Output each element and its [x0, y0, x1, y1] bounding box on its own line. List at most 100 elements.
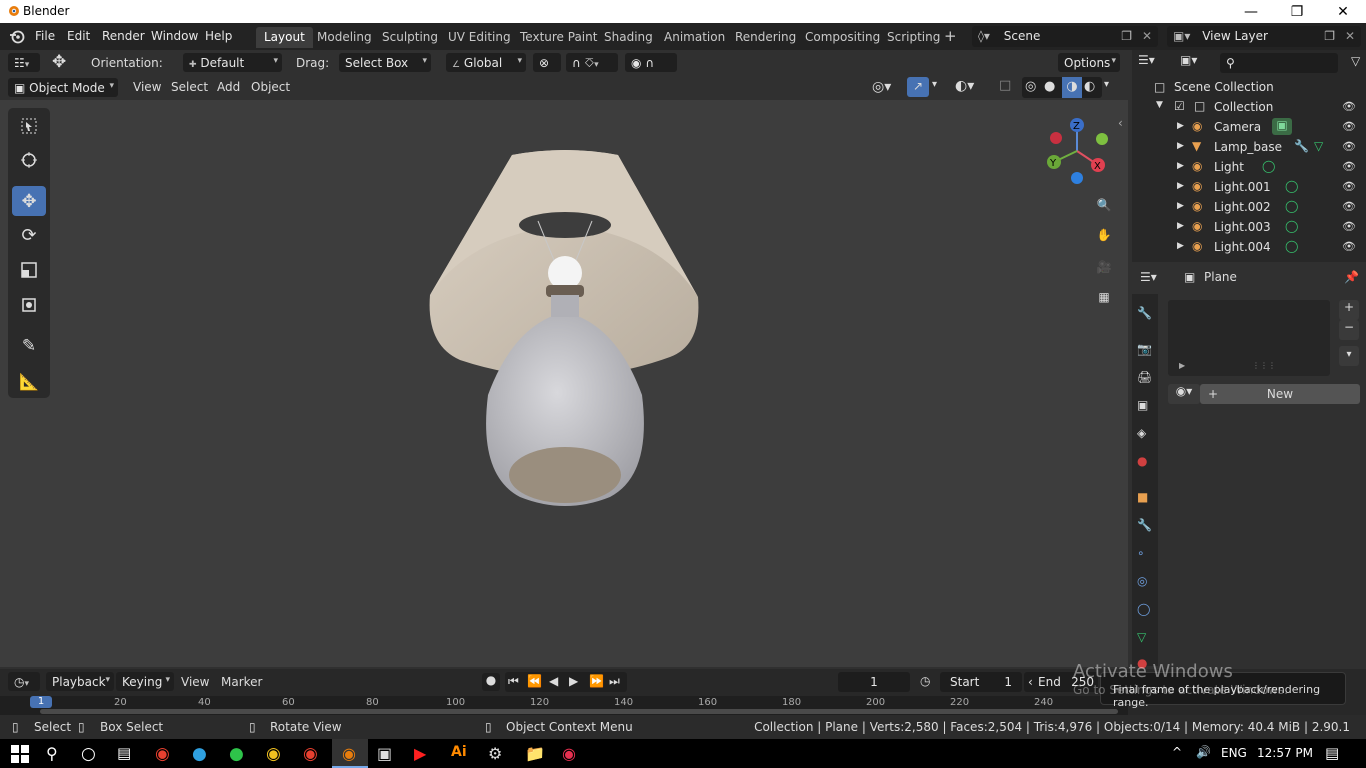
- timeline-menu-marker[interactable]: Marker: [221, 675, 262, 689]
- blender-menu-icon[interactable]: [9, 29, 25, 45]
- outliner-row-light[interactable]: ▶ ◉ Light ◯ 👁: [1132, 157, 1366, 177]
- expand-arrow-icon[interactable]: ▶: [1177, 221, 1184, 231]
- material-slot-list[interactable]: ▶ ⋮⋮⋮: [1168, 300, 1330, 376]
- transform-tool-icon[interactable]: [12, 290, 46, 320]
- tab-scripting[interactable]: Scripting: [879, 27, 948, 48]
- outliner-row-lamp-base[interactable]: ▶ ▼ Lamp_base 🔧 ▽ 👁: [1132, 137, 1366, 157]
- file-explorer-icon[interactable]: 📁: [525, 744, 545, 764]
- settings-app-icon[interactable]: ⚙: [488, 744, 508, 764]
- decrement-arrow-icon[interactable]: ‹: [1028, 675, 1033, 689]
- proportional-edit-group[interactable]: ◉ ∩: [625, 53, 677, 72]
- transform-orientation-dropdown[interactable]: ∠ Global ▾: [446, 53, 526, 72]
- light-data-icon[interactable]: ◯: [1285, 179, 1298, 193]
- menu-file[interactable]: File: [35, 29, 55, 43]
- collapse-arrow-icon[interactable]: ▼: [1156, 100, 1163, 110]
- pivot-point-dropdown[interactable]: ⊗: [533, 53, 561, 72]
- start-frame-field[interactable]: Start 1: [940, 672, 1022, 692]
- minimize-button[interactable]: —: [1228, 0, 1274, 23]
- illustrator-icon[interactable]: Ai: [451, 744, 471, 764]
- filter-icon[interactable]: ▽: [1351, 54, 1360, 68]
- frame-ruler[interactable]: 1 20 40 60 80 100 120 140 160 180 200 22…: [0, 696, 1128, 715]
- whatsapp-icon[interactable]: ●: [229, 744, 249, 764]
- playback-menu[interactable]: Playback ▾: [46, 672, 114, 691]
- keying-menu[interactable]: Keying ▾: [116, 672, 174, 691]
- world-tab-icon[interactable]: ●: [1137, 454, 1153, 470]
- tray-arrow-icon[interactable]: ^: [1172, 745, 1182, 759]
- outliner-row-collection[interactable]: ▼ ☑ □ Collection 👁: [1132, 97, 1366, 117]
- expand-arrow-icon[interactable]: ▶: [1177, 161, 1184, 171]
- outliner-row-light-003[interactable]: ▶ ◉ Light.003 ◯ 👁: [1132, 217, 1366, 237]
- cortana-icon[interactable]: ○: [81, 744, 101, 764]
- expand-arrow-icon[interactable]: ▶: [1177, 241, 1184, 251]
- tab-compositing[interactable]: Compositing: [797, 27, 888, 48]
- menu-render[interactable]: Render: [102, 29, 145, 43]
- menu-window[interactable]: Window: [151, 29, 198, 43]
- mesh-data-tab-icon[interactable]: ▽: [1137, 630, 1153, 646]
- pin-icon[interactable]: 📌: [1344, 270, 1359, 284]
- tab-uv-editing[interactable]: UV Editing: [440, 27, 519, 48]
- expand-arrow-icon[interactable]: ▶: [1177, 181, 1184, 191]
- menu-help[interactable]: Help: [205, 29, 232, 43]
- measure-tool-icon[interactable]: 📐: [12, 366, 46, 396]
- app-icon[interactable]: ◉: [562, 744, 582, 764]
- zoom-icon[interactable]: 🔍: [1092, 193, 1116, 217]
- record-icon[interactable]: ●: [482, 673, 500, 691]
- physics-tab-icon[interactable]: ◎: [1137, 574, 1153, 590]
- viewport-menu-view[interactable]: View: [133, 80, 161, 94]
- tab-shading[interactable]: Shading: [596, 27, 661, 48]
- checkbox-icon[interactable]: ☑: [1174, 99, 1185, 113]
- mesh-data-icon[interactable]: ▽: [1314, 139, 1323, 153]
- camera-view-icon[interactable]: 🎥: [1092, 255, 1116, 279]
- chrome-app-icon[interactable]: ◉: [303, 744, 323, 764]
- eye-icon[interactable]: 👁: [1342, 240, 1356, 253]
- chrome-icon[interactable]: ◉: [155, 744, 175, 764]
- tab-rendering[interactable]: Rendering: [727, 27, 804, 48]
- snap-group[interactable]: ∩ ⎏▾: [566, 53, 618, 72]
- light-data-icon[interactable]: ◯: [1285, 199, 1298, 213]
- expand-arrow-icon[interactable]: ▶: [1177, 121, 1184, 131]
- current-frame-field[interactable]: 1: [838, 672, 910, 692]
- eye-icon[interactable]: 👁: [1342, 120, 1356, 133]
- proportional-edit-icon[interactable]: ◉: [631, 56, 641, 70]
- resize-handle-icon[interactable]: ⋮⋮⋮: [1252, 361, 1276, 370]
- move-tool-button-icon[interactable]: ✥: [12, 186, 46, 216]
- material-shading-icon[interactable]: ◑: [1062, 77, 1082, 98]
- tab-texture-paint[interactable]: Texture Paint: [512, 27, 605, 48]
- snap-target-icon[interactable]: ⎏: [585, 56, 594, 70]
- rotate-tool-icon[interactable]: ⟳: [12, 220, 46, 250]
- youtube-icon[interactable]: ▶: [414, 744, 434, 764]
- tool-tab-icon[interactable]: 🔧: [1137, 306, 1153, 322]
- viewport-menu-object[interactable]: Object: [251, 80, 290, 94]
- tab-sculpting[interactable]: Sculpting: [374, 27, 446, 48]
- remove-slot-icon[interactable]: −: [1339, 320, 1359, 340]
- slot-specials-icon[interactable]: ▾: [1339, 346, 1359, 366]
- solid-shading-icon[interactable]: ●: [1044, 79, 1055, 94]
- expand-arrow-icon[interactable]: ▶: [1177, 141, 1184, 151]
- light-data-icon[interactable]: ◯: [1285, 239, 1298, 253]
- outliner-row-light-001[interactable]: ▶ ◉ Light.001 ◯ 👁: [1132, 177, 1366, 197]
- gizmo-toggle-icon[interactable]: ↗: [907, 77, 929, 97]
- properties-editor-type-icon[interactable]: ☰▾: [1140, 270, 1174, 288]
- perspective-grid-icon[interactable]: ▦: [1092, 285, 1116, 309]
- eye-icon[interactable]: 👁: [1342, 220, 1356, 233]
- search-taskbar-icon[interactable]: ⚲: [46, 744, 66, 764]
- new-material-button[interactable]: + New: [1200, 384, 1360, 404]
- object-tab-icon[interactable]: ■: [1137, 490, 1153, 506]
- render-tab-icon[interactable]: 📷: [1137, 342, 1153, 358]
- editor-type-button[interactable]: ☷▾: [8, 53, 40, 72]
- timeline-scrollbar[interactable]: [40, 709, 1118, 714]
- tab-layout[interactable]: Layout: [256, 27, 313, 48]
- light-data-icon[interactable]: ◯: [1262, 159, 1275, 173]
- outliner-row-light-002[interactable]: ▶ ◉ Light.002 ◯ 👁: [1132, 197, 1366, 217]
- falloff-curve-icon[interactable]: ∩: [645, 56, 654, 70]
- add-workspace-icon[interactable]: +: [944, 27, 957, 45]
- eye-icon[interactable]: 👁: [1342, 180, 1356, 193]
- notifications-icon[interactable]: ▤: [1325, 744, 1339, 762]
- clock-time[interactable]: 12:57 PM: [1257, 746, 1313, 760]
- view-layer-tab-icon[interactable]: ▣: [1137, 398, 1153, 414]
- task-view-icon[interactable]: ▤: [117, 744, 137, 764]
- scene-tab-icon[interactable]: ◈: [1137, 426, 1153, 442]
- annotate-tool-icon[interactable]: ✎: [12, 331, 46, 361]
- play-icon[interactable]: ▶: [569, 674, 578, 688]
- rendered-shading-icon[interactable]: ◐: [1084, 79, 1095, 94]
